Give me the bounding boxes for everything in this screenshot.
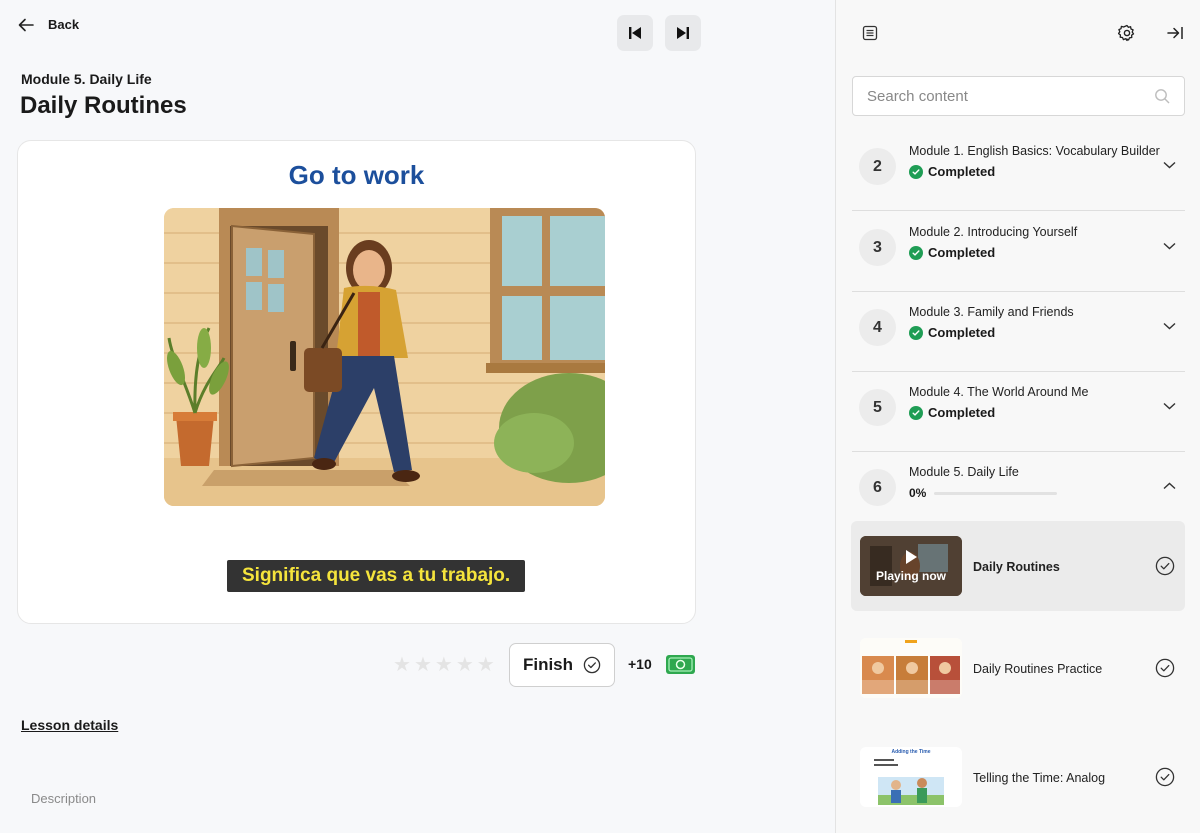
settings-button[interactable] <box>1109 15 1145 51</box>
lesson-title: Daily Routines <box>973 560 1060 574</box>
module-status-label: Completed <box>928 325 996 340</box>
arrow-left-icon <box>18 18 34 31</box>
lesson-details-link[interactable]: Lesson details <box>21 717 118 733</box>
play-icon[interactable] <box>904 549 918 565</box>
subtitle-caption: Significa que vas a tu trabajo. <box>227 560 526 592</box>
search-input[interactable] <box>867 87 1154 105</box>
description-label: Description <box>31 791 97 806</box>
list-grid-icon <box>862 25 878 41</box>
playing-now-badge: Playing now <box>876 569 947 583</box>
gear-icon <box>1118 24 1135 42</box>
module-status-label: Completed <box>928 405 996 420</box>
module-label: Module 5. Daily Life <box>21 71 152 87</box>
lesson-title: Telling the Time: Analog <box>973 771 1106 785</box>
lesson-item[interactable]: Adding the Time Telling the Time: Analog <box>851 733 1185 823</box>
module-title: Module 4. The World Around Me <box>909 385 1089 399</box>
check-icon <box>909 164 923 179</box>
module-title: Module 2. Introducing Yourself <box>909 225 1078 239</box>
slide-title: Go to work <box>288 160 425 190</box>
lesson-title: Daily Routines Practice <box>973 662 1103 676</box>
points-reward: +10 <box>628 656 652 672</box>
back-button[interactable]: Back <box>18 17 79 32</box>
module-item[interactable]: 2 Module 1. English Basics: Vocabulary B… <box>852 130 1185 211</box>
module-item[interactable]: 5 Module 4. The World Around Me Complete… <box>852 371 1185 452</box>
finish-label: Finish <box>522 655 574 674</box>
check-circle-icon[interactable] <box>1155 556 1175 576</box>
check-circle-icon <box>583 656 601 674</box>
chevron-down-icon <box>1163 242 1176 250</box>
check-icon <box>909 405 923 420</box>
module-status-label: Completed <box>928 245 996 260</box>
back-label: Back <box>48 17 80 32</box>
module-status: Completed <box>909 245 995 260</box>
outline-toggle-button[interactable] <box>852 15 888 51</box>
module-number: 4 <box>859 309 896 346</box>
lesson-rating[interactable]: ★ ★ ★ ★ ★ <box>393 655 495 675</box>
skip-previous-icon <box>629 27 641 39</box>
module-status: Completed <box>909 164 995 179</box>
check-circle-icon[interactable] <box>1155 767 1175 787</box>
module-progress: 0% <box>909 486 1058 500</box>
progress-bar <box>934 491 1058 495</box>
thumbnail-title: Adding the Time <box>891 749 931 755</box>
star-icon[interactable]: ★ <box>393 655 411 675</box>
lesson-thumbnail: Playing now <box>860 536 962 596</box>
chevron-up-icon <box>1163 482 1176 490</box>
module-title: Module 5. Daily Life <box>909 465 1019 479</box>
lesson-illustration <box>164 208 605 506</box>
check-circle-icon[interactable] <box>1155 658 1175 678</box>
star-icon[interactable]: ★ <box>435 655 453 675</box>
chevron-down-icon <box>1163 402 1176 410</box>
collapse-sidebar-button[interactable] <box>1157 15 1193 51</box>
lesson-item[interactable]: Daily Routines Practice <box>851 624 1185 714</box>
lesson-thumbnail <box>860 638 962 698</box>
page-title: Daily Routines <box>20 92 187 119</box>
chevron-down-icon <box>1163 322 1176 330</box>
module-title: Module 1. English Basics: Vocabulary Bui… <box>909 144 1160 158</box>
module-status-label: Completed <box>928 164 996 179</box>
finish-button[interactable]: Finish <box>509 643 615 687</box>
check-icon <box>909 325 923 340</box>
check-icon <box>909 245 923 260</box>
previous-lesson-button[interactable] <box>617 15 653 51</box>
lesson-thumbnail: Adding the Time <box>860 747 962 807</box>
module-number: 6 <box>859 469 896 506</box>
star-icon[interactable]: ★ <box>456 655 474 675</box>
module-item[interactable]: 4 Module 3. Family and Friends Completed <box>852 291 1185 372</box>
module-number: 3 <box>859 229 896 266</box>
lesson-item-active[interactable]: Playing now Daily Routines <box>851 521 1185 611</box>
module-progress-label: 0% <box>909 486 927 500</box>
chevron-down-icon <box>1163 161 1176 169</box>
arrow-right-bar-icon <box>1167 27 1183 39</box>
slide-card: Go to work Significa que vas a tu trabaj… <box>17 140 696 624</box>
search-icon[interactable] <box>1154 88 1170 104</box>
lesson-player: Back Module 5. Daily Life Daily Routines… <box>0 0 835 833</box>
module-number: 5 <box>859 389 896 426</box>
module-item[interactable]: 3 Module 2. Introducing Yourself Complet… <box>852 211 1185 292</box>
module-item-current[interactable]: 6 Module 5. Daily Life 0% <box>852 451 1185 532</box>
star-icon[interactable]: ★ <box>477 655 495 675</box>
module-number: 2 <box>859 148 896 185</box>
search-box[interactable] <box>852 76 1185 116</box>
reward-ticket-icon <box>666 655 695 674</box>
course-sidebar: 2 Module 1. English Basics: Vocabulary B… <box>835 0 1200 833</box>
module-status: Completed <box>909 325 995 340</box>
module-status: Completed <box>909 405 995 420</box>
next-lesson-button[interactable] <box>665 15 701 51</box>
module-title: Module 3. Family and Friends <box>909 305 1074 319</box>
skip-next-icon <box>677 27 689 39</box>
star-icon[interactable]: ★ <box>414 655 432 675</box>
